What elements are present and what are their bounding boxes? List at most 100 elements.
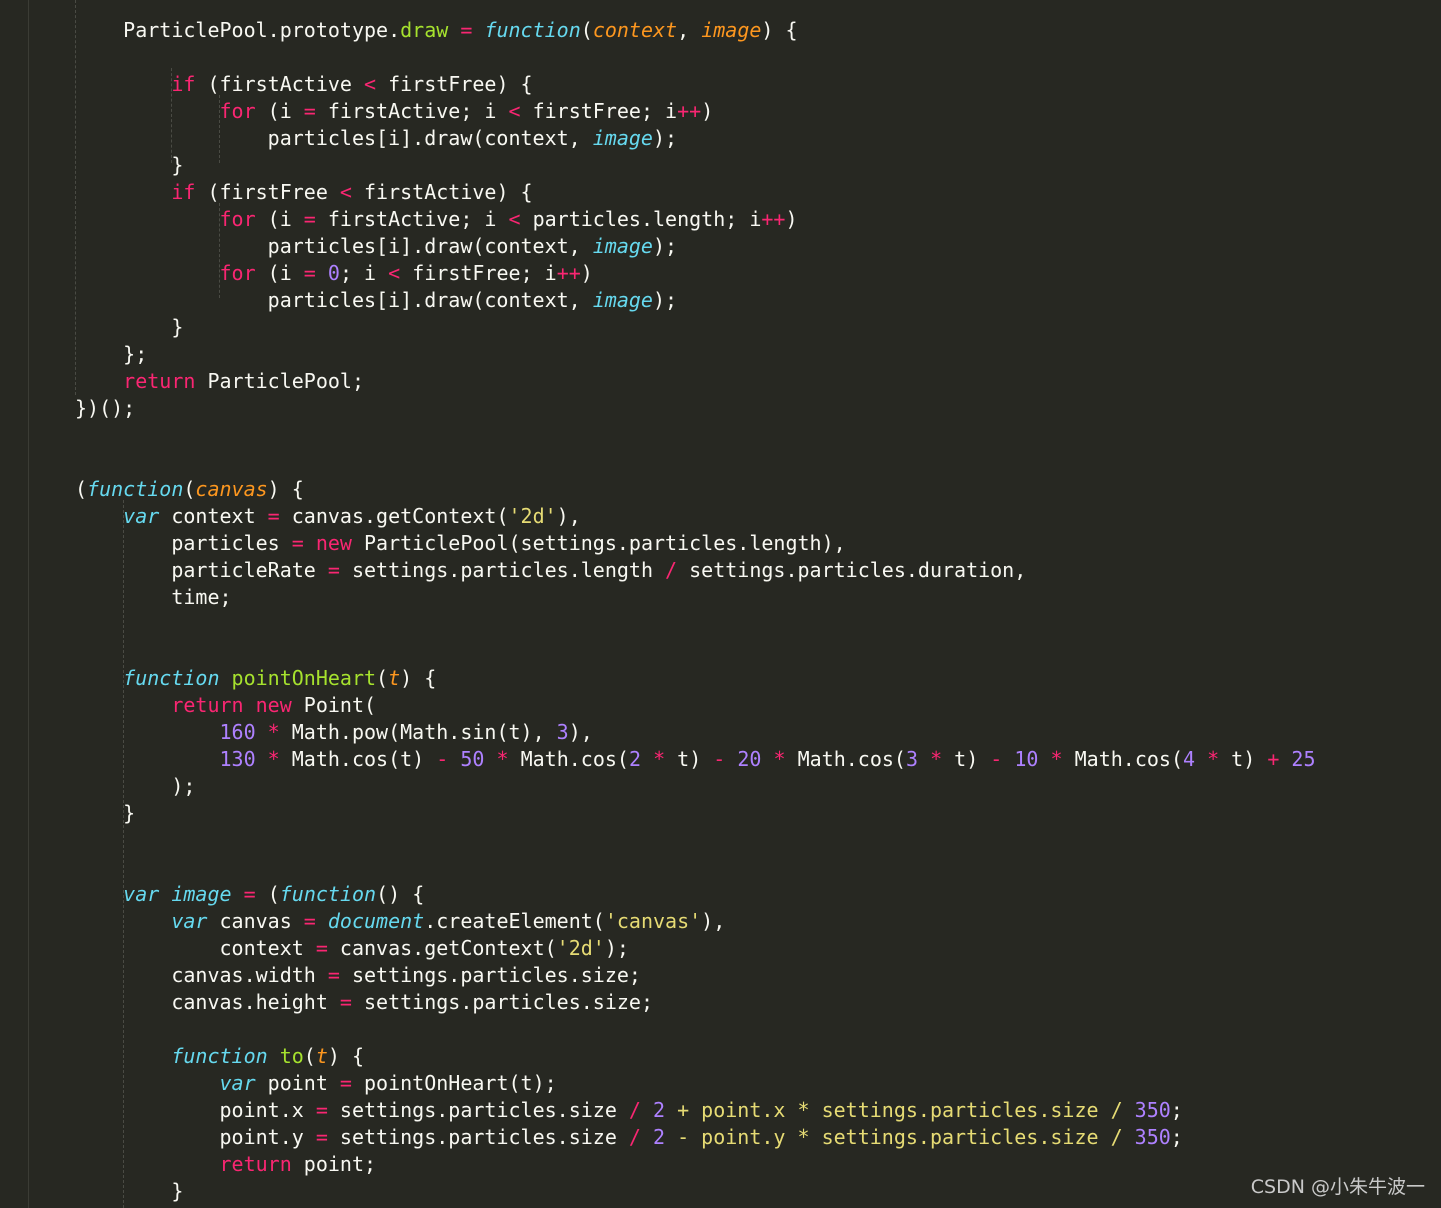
code-token: ) [580,261,593,285]
code-line[interactable]: ); [75,773,1316,800]
code-token: settings.particles.size; [351,990,653,1014]
gutter-divider [28,0,29,1208]
code-line[interactable] [75,449,1316,476]
code-token: var [123,504,160,528]
code-line[interactable]: function pointOnHeart(t) { [75,665,1316,692]
code-token: to [279,1044,304,1068]
code-line[interactable]: context = canvas.getContext('2d'); [75,935,1316,962]
code-line[interactable]: for (i = firstActive; i < particles.leng… [75,206,1316,233]
code-token: (i [255,207,304,231]
code-line[interactable] [75,827,1316,854]
code-line[interactable]: point.y = settings.particles.size / 2 - … [75,1124,1316,1151]
code-token: image [701,18,762,42]
code-line[interactable]: return point; [75,1151,1316,1178]
code-line[interactable]: } [75,152,1316,179]
code-token: image [592,126,653,150]
code-line[interactable]: particles[i].draw(context, image); [75,287,1316,314]
code-token: 50 [460,747,485,771]
code-token: firstFree) { [376,72,533,96]
code-line[interactable]: var image = (function() { [75,881,1316,908]
code-token: / [665,558,678,582]
code-line[interactable]: var context = canvas.getContext('2d'), [75,503,1316,530]
code-token: particles[i].draw(context, [267,234,593,258]
code-line[interactable]: for (i = 0; i < firstFree; i++) [75,260,1316,287]
code-line[interactable] [75,611,1316,638]
code-line[interactable]: for (i = firstActive; i < firstFree; i++… [75,98,1316,125]
code-line[interactable]: 130 * Math.cos(t) - 50 * Math.cos(2 * t)… [75,746,1316,773]
code-token: + point.x * settings.particles.size / [677,1098,1123,1122]
code-line[interactable]: 160 * Math.pow(Math.sin(t), 3), [75,719,1316,746]
code-token: ( [376,666,389,690]
code-token: = [291,531,304,555]
code-token: ; [1170,1098,1183,1122]
code-line[interactable]: } [75,1178,1316,1205]
code-line[interactable]: if (firstActive < firstFree) { [75,71,1316,98]
code-token: t) [1219,747,1268,771]
code-line[interactable]: } [75,800,1316,827]
code-line[interactable]: } [75,314,1316,341]
code-token: particles [75,531,292,555]
code-token: 2 [653,1125,666,1149]
code-token: ( [75,477,88,501]
code-line[interactable]: ParticlePool.prototype.draw = function(c… [75,17,1316,44]
code-line[interactable] [75,44,1316,71]
code-line[interactable]: var point = pointOnHeart(t); [75,1070,1316,1097]
code-line[interactable]: canvas.height = settings.particles.size; [75,989,1316,1016]
code-line[interactable]: function to(t) { [75,1043,1316,1070]
code-line[interactable]: canvas.width = settings.particles.size; [75,962,1316,989]
code-area[interactable]: ParticlePool.prototype.draw = function(c… [75,17,1316,1205]
code-line[interactable] [75,1016,1316,1043]
code-token: } [75,1179,184,1203]
code-line[interactable]: (function(canvas) { [75,476,1316,503]
code-line[interactable] [75,638,1316,665]
code-token: ( [303,1044,316,1068]
code-token: ); [652,288,678,312]
code-line[interactable]: particles[i].draw(context, image); [75,233,1316,260]
code-line[interactable]: }; [75,341,1316,368]
code-line[interactable]: particles = new ParticlePool(settings.pa… [75,530,1316,557]
code-line[interactable]: })(); [75,395,1316,422]
code-token: = [339,990,352,1014]
code-token: }; [75,342,148,366]
code-line[interactable]: point.x = settings.particles.size / 2 + … [75,1097,1316,1124]
code-token: canvas.getContext( [327,936,557,960]
code-line[interactable]: var canvas = document.createElement('can… [75,908,1316,935]
code-token: - [436,747,449,771]
code-line[interactable]: return ParticlePool; [75,368,1316,395]
code-line[interactable]: particles[i].draw(context, image); [75,125,1316,152]
code-token: ; [1170,1125,1183,1149]
code-token: , [677,18,702,42]
code-token: 2 [628,747,642,771]
code-token: point.y [75,1125,316,1149]
code-line[interactable]: particleRate = settings.particles.length… [75,557,1316,584]
code-token: for [219,261,256,285]
code-token: firstActive; i [315,207,509,231]
code-line[interactable]: return new Point( [75,692,1316,719]
code-token: = [315,1098,328,1122]
code-token: particles.length; i [520,207,762,231]
code-token: * [496,747,509,771]
code-line[interactable]: time; [75,584,1316,611]
code-line[interactable] [75,422,1316,449]
code-line[interactable] [75,854,1316,881]
code-line[interactable]: if (firstFree < firstActive) { [75,179,1316,206]
code-editor[interactable]: ParticlePool.prototype.draw = function(c… [0,0,1441,1208]
code-token: return [123,369,196,393]
code-token: canvas [207,909,304,933]
code-token: 4 [1183,747,1196,771]
